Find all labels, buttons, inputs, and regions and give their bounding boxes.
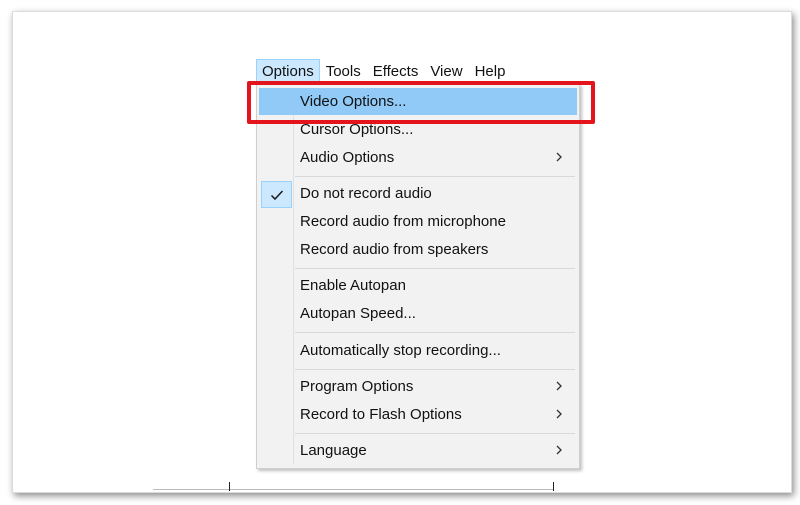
- background-window-edge: [553, 482, 554, 491]
- chevron-right-icon: [556, 381, 562, 391]
- menu-view[interactable]: View: [424, 59, 468, 84]
- menu-item-record-to-flash-options[interactable]: Record to Flash Options: [259, 401, 577, 428]
- menu-item-label: Program Options: [300, 378, 414, 395]
- menu-item-label: Autopan Speed...: [300, 305, 416, 322]
- menu-help[interactable]: Help: [469, 59, 512, 84]
- menu-item-label: Automatically stop recording...: [300, 342, 501, 359]
- chevron-right-icon: [556, 445, 562, 455]
- background-window-edge: [153, 489, 553, 490]
- menu-options[interactable]: Options: [256, 59, 320, 84]
- menu-separator: [295, 268, 575, 269]
- menu-item-language[interactable]: Language: [259, 437, 577, 464]
- chevron-right-icon: [556, 152, 562, 162]
- menu-item-record-audio-speakers[interactable]: Record audio from speakers: [259, 236, 577, 263]
- menu-item-label: Video Options...: [300, 93, 407, 110]
- menu-item-auto-stop-recording[interactable]: Automatically stop recording...: [259, 337, 577, 364]
- menu-item-cursor-options[interactable]: Cursor Options...: [259, 116, 577, 143]
- check-indicator: [261, 181, 292, 208]
- menu-separator: [295, 176, 575, 177]
- menu-separator: [295, 433, 575, 434]
- menu-item-label: Record audio from speakers: [300, 241, 489, 258]
- menu-tools[interactable]: Tools: [320, 59, 367, 84]
- menu-item-autopan-speed[interactable]: Autopan Speed...: [259, 300, 577, 327]
- menu-item-record-audio-microphone[interactable]: Record audio from microphone: [259, 208, 577, 235]
- menu-separator: [295, 369, 575, 370]
- background-window-edge: [229, 482, 230, 491]
- menu-item-audio-options[interactable]: Audio Options: [259, 144, 577, 171]
- menu-item-label: Language: [300, 442, 367, 459]
- menu-item-label: Record audio from microphone: [300, 213, 506, 230]
- menu-item-label: Enable Autopan: [300, 277, 406, 294]
- menu-separator: [295, 332, 575, 333]
- menu-bar: Options Tools Effects View Help: [256, 59, 511, 84]
- menu-item-program-options[interactable]: Program Options: [259, 373, 577, 400]
- menu-item-label: Audio Options: [300, 149, 395, 166]
- menu-item-label: Record to Flash Options: [300, 406, 462, 423]
- options-dropdown-menu: Video Options... Cursor Options... Audio…: [256, 84, 580, 469]
- chevron-right-icon: [556, 409, 562, 419]
- menu-item-do-not-record-audio[interactable]: Do not record audio: [259, 180, 577, 208]
- check-icon: [270, 189, 283, 200]
- menu-effects[interactable]: Effects: [367, 59, 425, 84]
- menu-item-label: Cursor Options...: [300, 121, 414, 138]
- menu-item-video-options[interactable]: Video Options...: [259, 88, 577, 115]
- menu-item-label: Do not record audio: [300, 185, 432, 202]
- menu-item-enable-autopan[interactable]: Enable Autopan: [259, 272, 577, 299]
